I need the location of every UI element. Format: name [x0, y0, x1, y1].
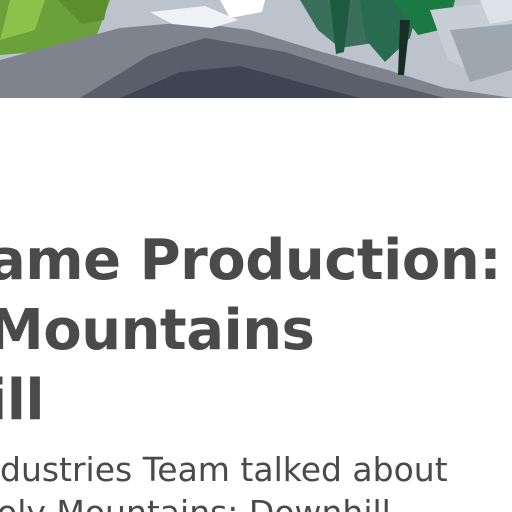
article-title-line-1: ame Production: [0, 228, 502, 293]
low-poly-landscape-illustration [0, 0, 512, 98]
article-title-line-2: Mountains [0, 298, 315, 363]
article-header: ame Production: Mountains ill dustries T… [0, 98, 512, 512]
article-lead-line-1: dustries Team talked about [0, 450, 448, 489]
article-title-line-3: ill [0, 368, 45, 433]
article-lead-line-2: oly Mountains: Downhill [0, 496, 391, 512]
hero-banner-image [0, 0, 512, 98]
